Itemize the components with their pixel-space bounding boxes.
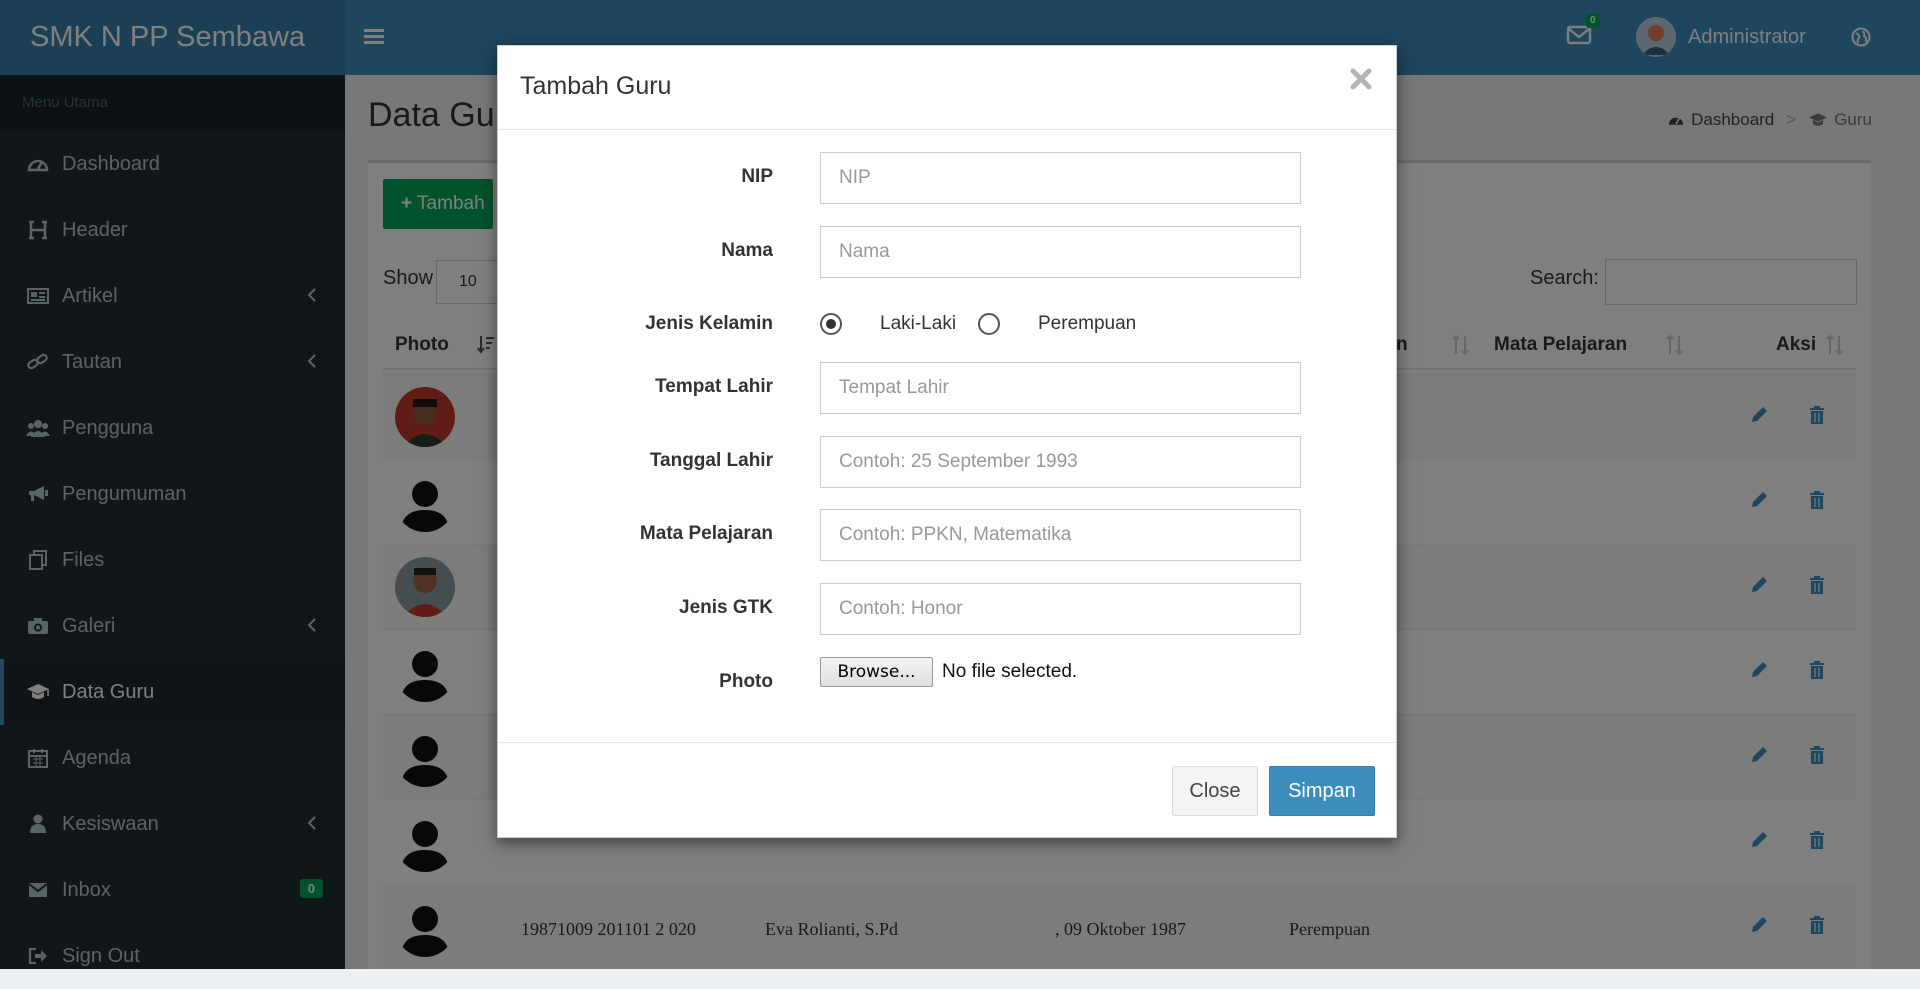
form-group-jenis-kelamin: Jenis Kelamin Laki-Laki Perempuan bbox=[498, 299, 1398, 351]
form-group-nama: Nama Nama bbox=[498, 226, 1398, 278]
nama-input[interactable]: Nama bbox=[820, 226, 1301, 278]
modal-header: Tambah Guru bbox=[498, 46, 1396, 130]
form-group-tanggal-lahir: Tanggal Lahir Contoh: 25 September 1993 bbox=[498, 436, 1398, 488]
mata-pelajaran-input[interactable]: Contoh: PPKN, Matematika bbox=[820, 509, 1301, 561]
radio-perempuan[interactable] bbox=[978, 313, 1000, 335]
jenis-kelamin-label: Jenis Kelamin bbox=[645, 313, 773, 334]
radio-label-laki-laki[interactable]: Laki-Laki bbox=[880, 313, 956, 335]
mata-pelajaran-label: Mata Pelajaran bbox=[639, 523, 773, 544]
radio-label-perempuan[interactable]: Perempuan bbox=[1038, 313, 1136, 335]
jenis-gtk-input[interactable]: Contoh: Honor bbox=[820, 583, 1301, 635]
nip-label: NIP bbox=[741, 166, 773, 187]
tanggal-lahir-input[interactable]: Contoh: 25 September 1993 bbox=[820, 436, 1301, 488]
tempat-lahir-label: Tempat Lahir bbox=[655, 376, 773, 397]
file-status: No file selected. bbox=[942, 661, 1078, 682]
form-group-mata-pelajaran: Mata Pelajaran Contoh: PPKN, Matematika bbox=[498, 509, 1398, 561]
modal-title: Tambah Guru bbox=[520, 72, 672, 100]
save-button[interactable]: Simpan bbox=[1269, 766, 1375, 816]
nip-input[interactable]: NIP bbox=[820, 152, 1301, 204]
close-button[interactable]: Close bbox=[1172, 766, 1258, 816]
radio-laki-laki[interactable] bbox=[820, 313, 842, 335]
form-group-tempat-lahir: Tempat Lahir Tempat Lahir bbox=[498, 362, 1398, 414]
nama-label: Nama bbox=[721, 240, 773, 261]
tanggal-lahir-label: Tanggal Lahir bbox=[649, 450, 773, 471]
browse-button[interactable]: Browse... bbox=[820, 657, 933, 687]
form-group-nip: NIP NIP bbox=[498, 152, 1398, 204]
form-group-jenis-gtk: Jenis GTK Contoh: Honor bbox=[498, 583, 1398, 635]
add-guru-modal: Tambah Guru NIP NIP Nama Nama Jenis Kela… bbox=[497, 45, 1397, 838]
tempat-lahir-input[interactable]: Tempat Lahir bbox=[820, 362, 1301, 414]
form-group-photo: Photo Browse... No file selected. bbox=[498, 657, 1398, 709]
jenis-gtk-label: Jenis GTK bbox=[679, 597, 773, 618]
close-icon[interactable] bbox=[1348, 66, 1376, 94]
modal-footer: Close Simpan bbox=[498, 742, 1396, 838]
photo-label: Photo bbox=[719, 671, 773, 692]
